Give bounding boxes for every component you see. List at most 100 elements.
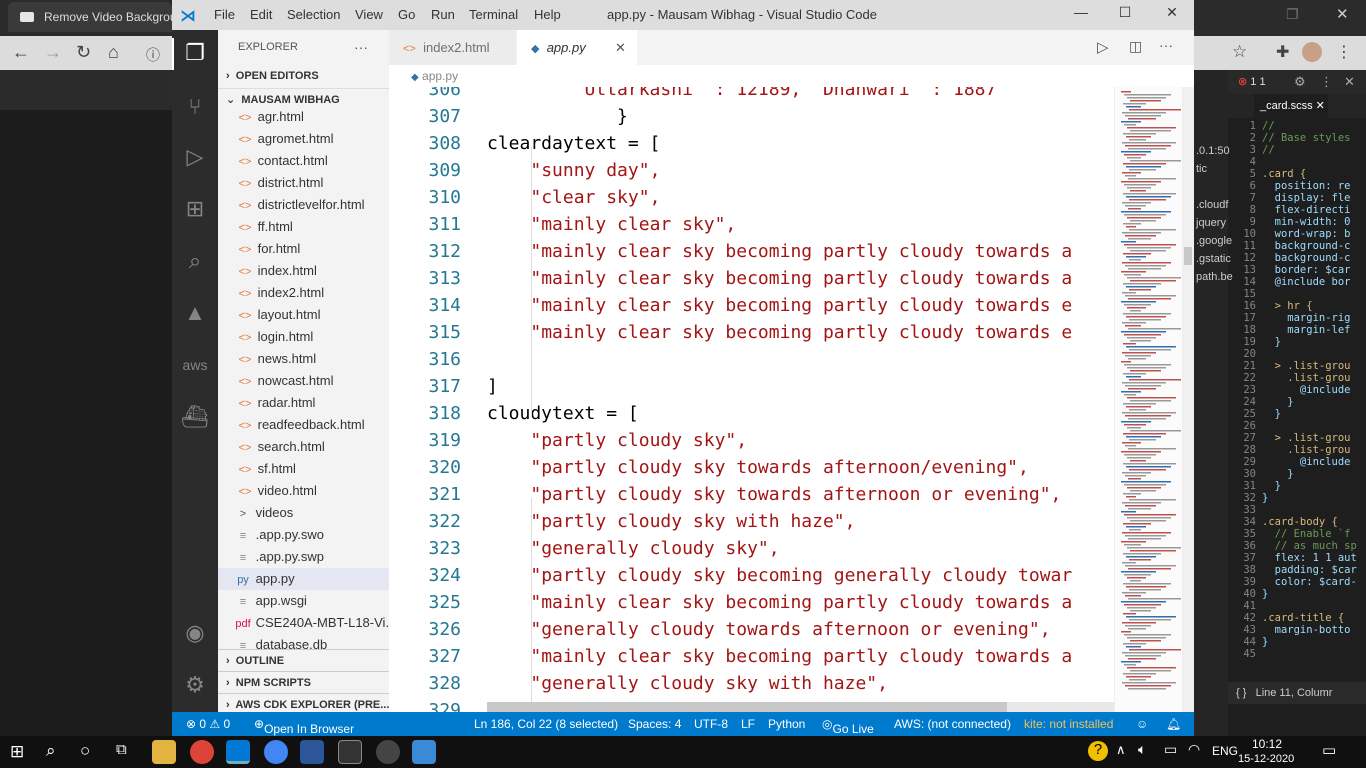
minimap[interactable] xyxy=(1114,87,1184,712)
eol-setting[interactable]: LF xyxy=(741,717,755,731)
file-item[interactable]: <> search.html xyxy=(218,436,389,458)
open-in-browser-button[interactable]: ⊕ Open In Browser xyxy=(254,717,354,736)
file-item[interactable]: <> contact.html xyxy=(218,150,389,172)
go-live-button[interactable]: ◎ Go Live xyxy=(822,717,874,736)
file-explorer-icon[interactable] xyxy=(152,740,176,764)
file-item[interactable]: > videos xyxy=(218,502,389,524)
file-item[interactable]: <> district.html xyxy=(218,172,389,194)
chrome-profile-icon[interactable] xyxy=(264,740,288,764)
menu-help[interactable]: Help xyxy=(534,7,561,22)
breadcrumb[interactable]: ◆ app.py xyxy=(389,65,1194,87)
encoding-setting[interactable]: UTF-8 xyxy=(694,717,728,731)
file-item[interactable]: <> video.html xyxy=(218,480,389,502)
code-line[interactable]: "Uttarkashi" : 12189, "Dhanwari" : 1887 xyxy=(487,87,997,100)
back-icon[interactable]: ← xyxy=(12,42,30,63)
word-icon[interactable] xyxy=(300,740,324,764)
file-item[interactable]: <> for.html xyxy=(218,238,389,260)
code-line[interactable]: } xyxy=(487,106,628,127)
gear-icon[interactable]: ⚙ xyxy=(1294,74,1306,90)
file-item[interactable]: ≡ .app.py.swp xyxy=(218,546,389,568)
npm-scripts-section[interactable]: › NPM SCRIPTS xyxy=(218,671,389,693)
file-item[interactable]: <> news.html xyxy=(218,348,389,370)
account-icon[interactable]: ◉ xyxy=(180,618,210,648)
tab-index2-html[interactable]: <> index2.html xyxy=(389,30,516,65)
file-item[interactable]: ≡ .app.py.swo xyxy=(218,524,389,546)
browser-tab[interactable]: Remove Video Backgrou xyxy=(8,2,172,32)
code-line[interactable]: "mainly clear sky becoming partly cloudy… xyxy=(487,241,1072,262)
code-line[interactable]: "partly cloudy sky", xyxy=(487,430,747,451)
minimize-button[interactable]: — xyxy=(1066,4,1096,26)
feedback-icon[interactable]: ☺ xyxy=(1136,717,1148,731)
extensions-icon[interactable]: ⊞ xyxy=(180,194,210,224)
tab-close-icon[interactable]: ✕ xyxy=(615,30,626,65)
scroll-thumb[interactable] xyxy=(1184,247,1192,265)
code-line[interactable]: "sunny day", xyxy=(487,160,660,181)
code-line[interactable]: "partly cloudy sky towards afternoon or … xyxy=(487,484,1061,505)
code-line[interactable]: "clear sky", xyxy=(487,187,660,208)
task-view-icon[interactable]: ⧉ xyxy=(116,741,127,758)
cortana-icon[interactable]: ○ xyxy=(80,741,90,761)
app-icon[interactable] xyxy=(412,740,436,764)
docker-icon[interactable]: ⛴ xyxy=(180,402,210,432)
file-item[interactable]: <> agr.html xyxy=(218,106,389,128)
clock-time[interactable]: 10:12 xyxy=(1252,737,1282,751)
menu-edit[interactable]: Edit xyxy=(250,7,272,22)
aws-cdk-section[interactable]: › AWS CDK EXPLORER (PRE... xyxy=(218,693,389,712)
notifications-icon[interactable]: 🔔︎ xyxy=(1166,717,1181,731)
forward-icon[interactable]: → xyxy=(44,42,62,63)
wifi-icon[interactable]: ◠ xyxy=(1188,741,1200,758)
run-debug-icon[interactable]: ▷ xyxy=(180,142,210,172)
extensions-icon[interactable]: ✚ xyxy=(1276,42,1289,62)
menu-go[interactable]: Go xyxy=(398,7,415,22)
reload-icon[interactable]: ↻ xyxy=(76,42,91,63)
indentation-setting[interactable]: Spaces: 4 xyxy=(628,717,681,731)
file-item[interactable]: <> login.html xyxy=(218,326,389,348)
cursor-position[interactable]: Ln 186, Col 22 (8 selected) xyxy=(474,717,618,731)
terminal-icon[interactable] xyxy=(338,740,362,764)
code-line[interactable]: ] xyxy=(487,376,498,397)
avatar[interactable] xyxy=(1302,42,1322,62)
chrome-icon[interactable] xyxy=(190,740,214,764)
source-control-icon[interactable]: ⑂ xyxy=(180,92,210,122)
file-item[interactable]: <> ff.html xyxy=(218,216,389,238)
split-editor-icon[interactable]: ◫ xyxy=(1129,38,1142,55)
code-line[interactable]: "mainly clear sky becoming partly cloudy… xyxy=(487,646,1072,667)
search-icon[interactable]: ⌕ xyxy=(46,741,56,761)
menu-file[interactable]: File xyxy=(214,7,235,22)
horizontal-scrollbar[interactable] xyxy=(487,702,1114,712)
menu-terminal[interactable]: Terminal xyxy=(469,7,518,22)
explorer-icon[interactable]: ❐ xyxy=(180,38,210,68)
aws-icon[interactable]: aws xyxy=(180,350,210,380)
hscroll-thumb[interactable] xyxy=(487,702,1007,712)
file-item[interactable]: <> index.html xyxy=(218,260,389,282)
open-editors-section[interactable]: › OPEN EDITORS xyxy=(218,65,389,87)
help-icon[interactable]: ? xyxy=(1088,741,1108,761)
menu-run[interactable]: Run xyxy=(431,7,455,22)
kite-status[interactable]: kite: not installed xyxy=(1024,717,1113,731)
menu-view[interactable]: View xyxy=(355,7,383,22)
clock-date[interactable]: 15-12-2020 xyxy=(1238,753,1294,765)
language-mode[interactable]: Python xyxy=(768,717,805,731)
file-item[interactable]: <> layout.html xyxy=(218,304,389,326)
restore-icon[interactable]: ❐ xyxy=(1286,6,1299,23)
close-icon[interactable]: ✕ xyxy=(1336,5,1349,23)
file-item[interactable]: <> agromet.html xyxy=(218,128,389,150)
search-icon[interactable]: ⌕ xyxy=(180,246,210,276)
tray-chevron-icon[interactable]: ∧ xyxy=(1116,742,1126,758)
code-line[interactable]: "generally cloudy sky with haze", xyxy=(487,673,888,694)
code-line[interactable]: "mainly clear sky becoming partly cloudy… xyxy=(487,295,1072,316)
vertical-scrollbar[interactable] xyxy=(1182,87,1194,712)
info-icon[interactable]: ⓘ xyxy=(146,45,160,65)
file-item[interactable]: <> index2.html xyxy=(218,282,389,304)
code-line[interactable]: "generally cloudy towards afternoon or e… xyxy=(487,619,1050,640)
file-item[interactable]: <> sf.html xyxy=(218,458,389,480)
outline-section[interactable]: › OUTLINE xyxy=(218,649,389,671)
home-icon[interactable]: ⌂ xyxy=(108,42,119,63)
maximize-button[interactable]: ☐ xyxy=(1110,4,1140,26)
file-item[interactable]: ≡ app.wsgi xyxy=(218,590,389,612)
settings-gear-icon[interactable]: ⚙ xyxy=(180,670,210,700)
more-icon[interactable]: ⋮ xyxy=(1320,74,1333,90)
more-icon[interactable]: ⋮ xyxy=(1336,42,1352,62)
code-line[interactable]: "mainly clear sky becoming partly cloudy… xyxy=(487,322,1072,343)
run-file-icon[interactable]: ▷ xyxy=(1097,38,1109,56)
